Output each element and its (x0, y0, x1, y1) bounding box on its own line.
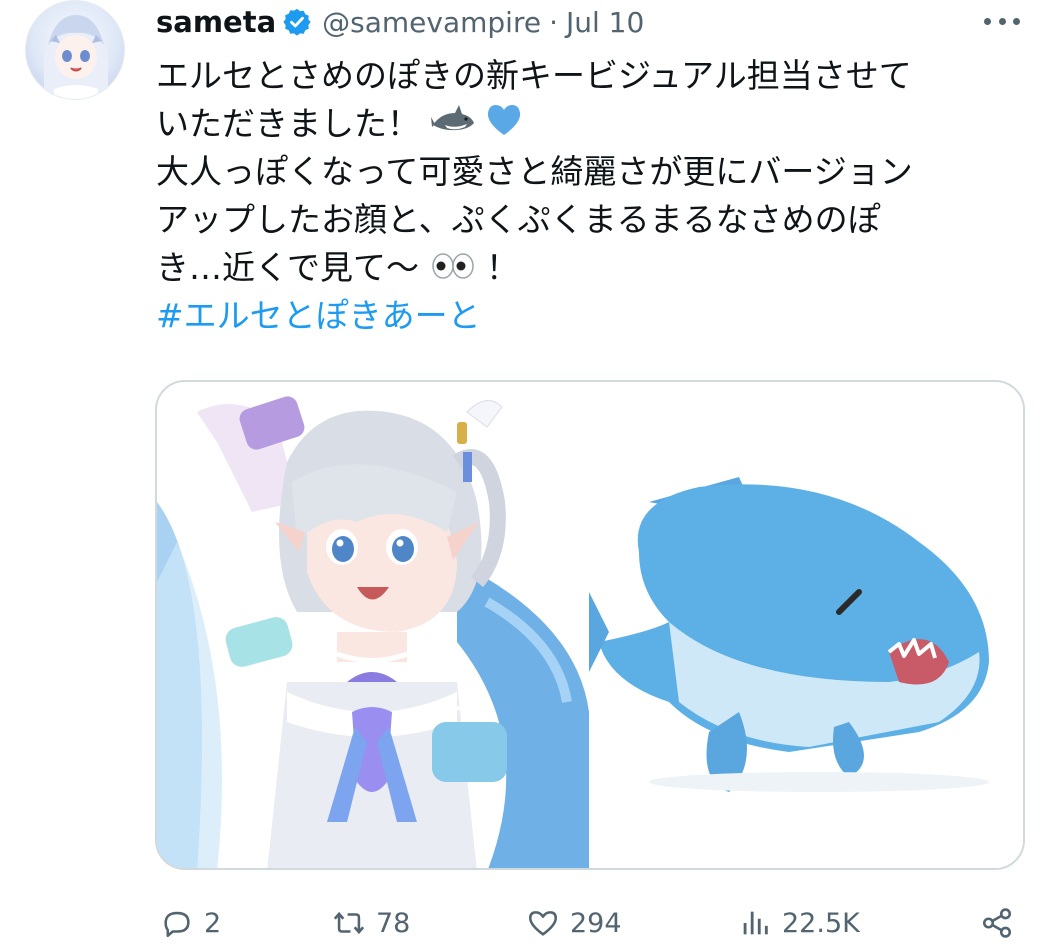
media-card[interactable] (155, 380, 1025, 870)
tweet-line: エルセとさめのぽきの新キービジュアル担当させて (156, 56, 912, 95)
separator-dot: · (549, 5, 558, 39)
tweet: sameta @samevampire · Jul 10 エルセとさめのぽきの新… (0, 0, 1064, 946)
action-bar: 2 78 294 22.5K (156, 898, 1036, 946)
blue-heart-emoji-icon (485, 102, 523, 150)
reply-count: 2 (204, 907, 222, 939)
tweet-line: き…近くで見て〜 ！ (156, 244, 1026, 292)
author-name[interactable]: sameta (156, 5, 276, 39)
like-icon (528, 911, 558, 936)
eyes-emoji-icon (430, 246, 476, 294)
media-image-shark-plush[interactable] (589, 382, 1023, 868)
avatar[interactable] (25, 0, 125, 100)
views-button[interactable]: 22.5K (738, 898, 860, 946)
like-button[interactable]: 294 (526, 898, 622, 946)
more-icon[interactable] (980, 6, 1024, 36)
like-count: 294 (570, 907, 622, 939)
tweet-line: アップしたお顔と、ぷくぷくまるまるなさめのぽ (156, 200, 881, 239)
author-handle[interactable]: @samevampire (322, 6, 541, 39)
tweet-line: 大人っぽくなって可愛さと綺麗さが更にバージョン (156, 152, 913, 191)
share-button[interactable] (980, 898, 1024, 946)
hashtag-link[interactable]: #エルセとぽきあーと (156, 292, 1026, 340)
media-image-character[interactable] (157, 382, 589, 868)
reply-button[interactable]: 2 (160, 898, 221, 946)
tweet-date[interactable]: Jul 10 (566, 6, 644, 39)
tweet-line-text: ！ (486, 248, 520, 287)
tweet-line-text: き…近くで見て〜 (156, 248, 420, 287)
views-icon (743, 911, 768, 935)
tweet-header: sameta @samevampire · Jul 10 (156, 2, 644, 42)
verified-badge-icon (282, 7, 312, 37)
repost-count: 78 (376, 907, 411, 939)
reply-icon (164, 911, 190, 938)
tweet-text: エルセとさめのぽきの新キービジュアル担当させて いただきました！ 大人っぽくなっ… (156, 52, 1026, 340)
avatar-image (43, 15, 109, 99)
tweet-line-text: いただきました！ (156, 104, 420, 143)
tweet-line: いただきました！ (156, 100, 1026, 148)
views-count: 22.5K (782, 907, 860, 939)
repost-button[interactable]: 78 (332, 898, 410, 946)
share-icon (982, 908, 1012, 938)
shark-emoji-icon (430, 102, 475, 150)
repost-icon (333, 911, 365, 935)
